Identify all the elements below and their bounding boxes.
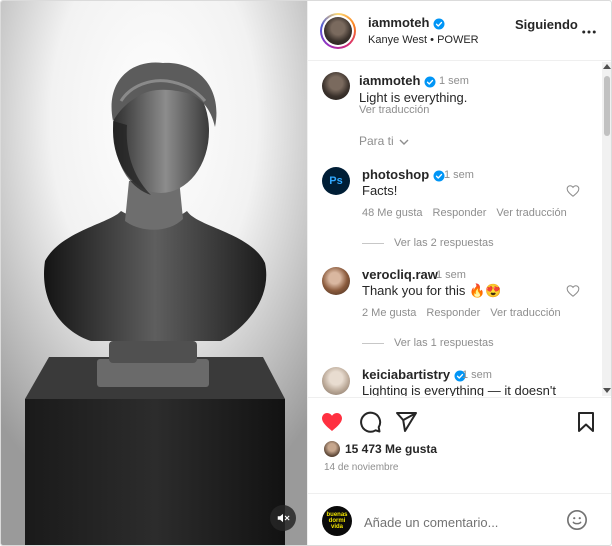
add-comment-bar: buenas dormi vida [308, 493, 611, 545]
save-icon[interactable] [574, 410, 598, 434]
comment-text: Thank you for this 🔥😍 [362, 283, 502, 298]
share-icon[interactable] [394, 410, 418, 434]
audio-track-link[interactable]: Kanye West • POWER [368, 34, 479, 46]
emoji-icon[interactable] [566, 509, 588, 531]
reply-link[interactable]: Responder [426, 307, 480, 319]
commenter-username[interactable]: photoshop [362, 167, 445, 182]
comment-like-icon[interactable] [566, 184, 580, 198]
comment-time[interactable]: 1 sem [444, 169, 474, 181]
reply-link[interactable]: Responder [433, 207, 487, 219]
scroll-up-icon[interactable] [603, 64, 611, 69]
likes-count[interactable]: 15 473 Me gusta [345, 442, 437, 456]
author-avatar[interactable] [320, 13, 356, 49]
scrollbar-thumb[interactable] [604, 76, 610, 136]
comment-text: Facts! [362, 183, 398, 198]
post-media[interactable] [1, 1, 307, 545]
scroll-down-icon[interactable] [603, 388, 611, 393]
author-avatar-small[interactable] [322, 72, 350, 100]
comment-time[interactable]: 1 sem [462, 369, 492, 381]
commenter-avatar[interactable] [322, 367, 350, 395]
caption-time[interactable]: 1 sem [439, 75, 469, 87]
bust-photo [1, 1, 307, 545]
more-options-icon[interactable] [580, 23, 598, 41]
commenter-avatar[interactable] [322, 267, 350, 295]
comment-likes[interactable]: 2 Me gusta [362, 307, 416, 319]
comment-actions: 48 Me gusta Responder Ver traducción [362, 207, 577, 219]
translate-link[interactable]: Ver traducción [496, 207, 566, 219]
speaker-muted-icon [277, 513, 290, 523]
caption-text: Light is everything. [359, 90, 468, 105]
mute-toggle-button[interactable] [270, 505, 296, 531]
caption-translate-link[interactable]: Ver traducción [359, 104, 429, 116]
comments-list[interactable]: iammoteh 1 sem Light is everything. Ver … [308, 62, 611, 396]
comment-text: Lighting is everything — it doesn't [362, 383, 556, 396]
commenter-avatar[interactable]: Ps [322, 167, 350, 195]
following-button[interactable]: Siguiendo [515, 17, 578, 32]
chevron-down-icon [399, 139, 409, 145]
post-header: iammoteh Kanye West • POWER Siguiendo [308, 1, 611, 61]
post-side-panel: iammoteh Kanye West • POWER Siguiendo ia… [307, 1, 611, 545]
comments-scrollbar[interactable] [602, 62, 611, 396]
view-replies-link[interactable]: Ver las 2 respuestas [362, 237, 494, 249]
commenter-username[interactable]: keiciabartistry [362, 367, 466, 382]
caption-username[interactable]: iammoteh [359, 73, 436, 88]
comment-likes[interactable]: 48 Me gusta [362, 207, 423, 219]
post-date[interactable]: 14 de noviembre [324, 462, 399, 473]
post-actions: 15 473 Me gusta 14 de noviembre buenas d… [308, 397, 611, 545]
comment-filter-dropdown[interactable]: Para ti [359, 134, 409, 148]
comment-time[interactable]: 1 sem [436, 269, 466, 281]
commenter-username[interactable]: verocliq.raw [362, 267, 438, 282]
verified-badge-icon [424, 76, 436, 88]
view-replies-link[interactable]: Ver las 1 respuestas [362, 337, 494, 349]
comment-icon[interactable] [358, 410, 382, 434]
post-dialog: iammoteh Kanye West • POWER Siguiendo ia… [0, 0, 612, 546]
translate-link[interactable]: Ver traducción [490, 307, 560, 319]
verified-badge-icon [433, 18, 445, 30]
current-user-avatar[interactable]: buenas dormi vida [322, 506, 352, 536]
liker-avatar[interactable] [323, 440, 341, 458]
comment-like-icon[interactable] [566, 284, 580, 298]
like-icon[interactable] [320, 410, 344, 434]
author-username[interactable]: iammoteh [368, 15, 445, 30]
comment-input[interactable] [364, 512, 564, 532]
comment-actions: 2 Me gusta Responder Ver traducción [362, 307, 571, 319]
